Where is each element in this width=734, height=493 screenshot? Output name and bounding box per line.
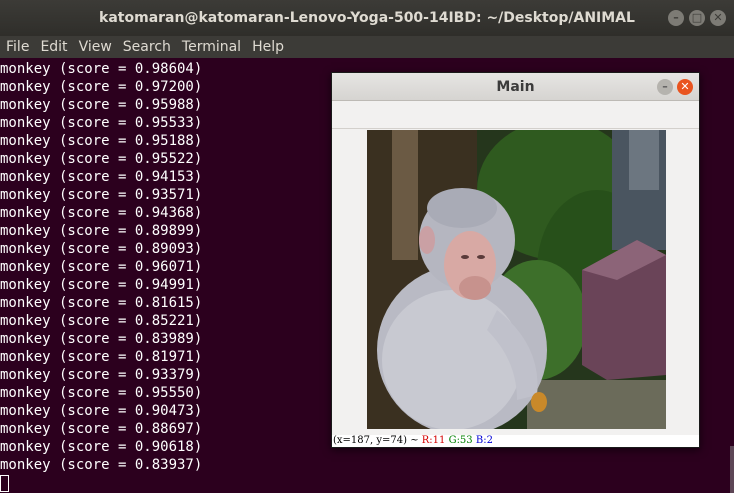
maximize-icon[interactable]: □	[689, 10, 705, 26]
menu-view[interactable]: View	[79, 39, 112, 55]
monkey-photo	[367, 130, 666, 429]
terminal-title: katomaran@katomaran-Lenovo-Yoga-500-14IB…	[99, 10, 635, 26]
terminal-scrollbar[interactable]	[730, 446, 734, 493]
main-window-title: Main	[496, 79, 535, 95]
menu-file[interactable]: File	[6, 39, 29, 55]
monkey-image[interactable]	[367, 130, 666, 429]
menu-edit[interactable]: Edit	[40, 39, 67, 55]
green-value: G:53	[448, 435, 473, 446]
minimize-icon[interactable]: –	[657, 79, 673, 95]
menu-terminal[interactable]: Terminal	[182, 39, 241, 55]
main-window-titlebar[interactable]: Main – ✕	[332, 73, 699, 101]
blue-value: B:2	[475, 435, 493, 446]
pixel-status-bar: (x=187, y=74) ~ R:11 G:53 B:2	[332, 435, 699, 447]
terminal-titlebar[interactable]: katomaran@katomaran-Lenovo-Yoga-500-14IB…	[0, 0, 734, 36]
cursor-coords: (x=187, y=74) ~	[333, 435, 419, 446]
menu-search[interactable]: Search	[123, 39, 171, 55]
close-icon[interactable]: ✕	[710, 10, 726, 26]
terminal-cursor	[0, 475, 9, 492]
main-window-controls: – ✕	[657, 79, 693, 95]
main-window-toolbar	[332, 101, 699, 129]
minimize-icon[interactable]: –	[668, 10, 684, 26]
terminal-menubar: File Edit View Search Terminal Help	[0, 36, 734, 58]
menu-help[interactable]: Help	[252, 39, 284, 55]
main-window[interactable]: Main – ✕ (x=187, y=74) ~ R:11 G:53 B:2	[331, 72, 700, 448]
terminal-window-controls: – □ ✕	[668, 10, 726, 26]
close-icon[interactable]: ✕	[677, 79, 693, 95]
red-value: R:11	[421, 435, 446, 446]
terminal-line: monkey (score = 0.83937)	[0, 457, 203, 473]
